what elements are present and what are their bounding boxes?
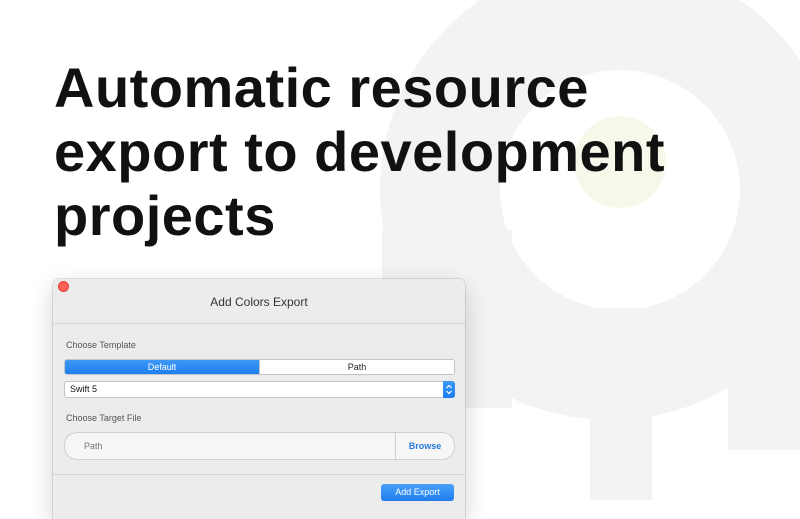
footer-divider xyxy=(53,474,465,475)
chevron-updown-icon xyxy=(443,381,455,398)
template-popup-button[interactable]: Swift 5 xyxy=(64,381,455,398)
headline-line-1: Automatic resource xyxy=(54,56,589,119)
add-colors-export-dialog: Add Colors Export Choose Template Defaul… xyxy=(53,279,465,519)
choose-template-label: Choose Template xyxy=(66,340,136,350)
template-segmented-control: Default Path xyxy=(64,359,455,375)
segment-path[interactable]: Path xyxy=(259,360,454,374)
headline-line-2: export to development xyxy=(54,120,666,183)
title-divider xyxy=(53,323,465,324)
segment-default[interactable]: Default xyxy=(65,360,259,374)
add-export-button[interactable]: Add Export xyxy=(381,484,454,501)
browse-button[interactable]: Browse xyxy=(396,433,454,459)
popup-selected-value: Swift 5 xyxy=(70,384,98,394)
target-path-field[interactable]: Path Browse xyxy=(64,432,455,460)
headline: Automatic resource export to development… xyxy=(54,56,694,248)
dialog-title: Add Colors Export xyxy=(210,295,308,309)
path-placeholder: Path xyxy=(84,441,103,451)
headline-line-3: projects xyxy=(54,184,276,247)
close-dot-icon[interactable] xyxy=(58,281,69,292)
choose-target-file-label: Choose Target File xyxy=(66,413,142,423)
